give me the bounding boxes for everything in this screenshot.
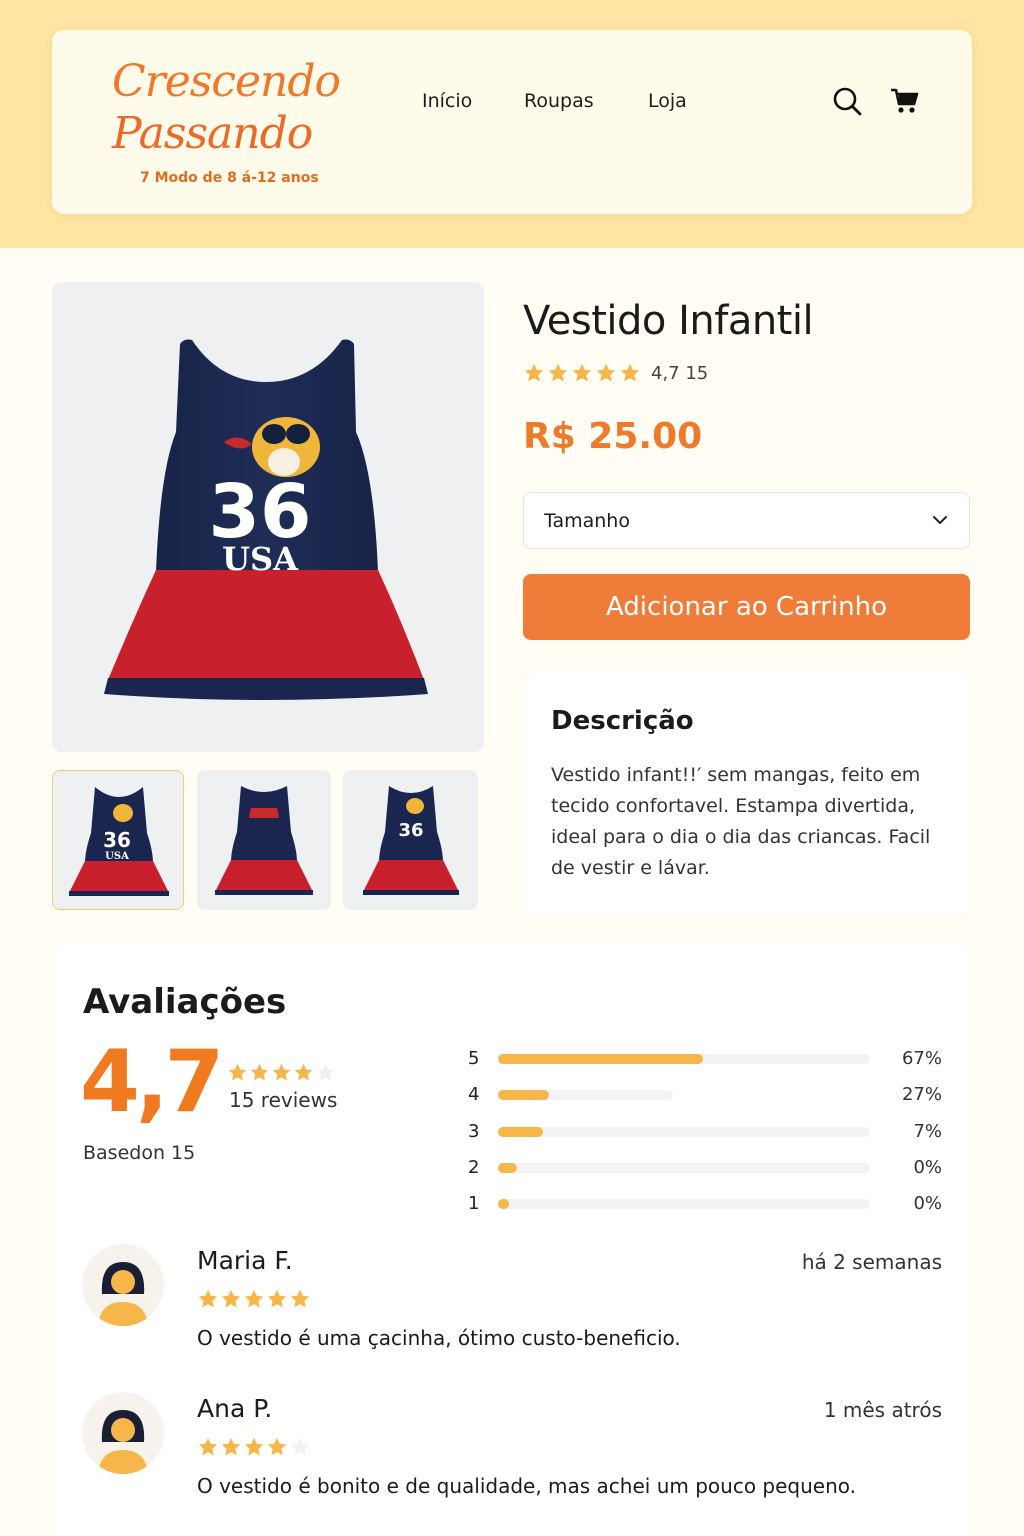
rating-bar-label: 1 — [468, 1193, 480, 1214]
rating-bar-label: 3 — [468, 1121, 480, 1142]
nav-home-link[interactable]: Início — [422, 90, 472, 112]
site-header: Crescendo Passando 7 Modo de 8 á-12 anos… — [52, 30, 972, 214]
thumb-number: 36 — [103, 828, 131, 852]
product-rating-text: 4,7 15 — [651, 363, 709, 384]
rating-bar-4: 4 27% — [462, 1084, 942, 1108]
star-icon — [290, 1289, 310, 1308]
star-icon — [572, 363, 592, 382]
star-icon — [272, 1063, 291, 1081]
star-icon — [548, 363, 568, 382]
product-price: R$ 25.00 — [523, 416, 703, 457]
rating-bar-label: 5 — [468, 1048, 480, 1069]
star-icon — [198, 1437, 218, 1456]
summary-stars — [227, 1062, 336, 1083]
thumbnail-front[interactable]: 36 USA — [52, 770, 184, 910]
thumbnail-back[interactable] — [197, 770, 331, 910]
thumb-word: USA — [105, 851, 129, 862]
star-icon — [250, 1063, 269, 1081]
star-empty-icon — [316, 1063, 335, 1081]
description-text: Vestido infant!!′ sem mangas, feito em t… — [551, 764, 931, 879]
review-date: 1 mês atrós — [823, 1398, 942, 1422]
star-icon — [620, 363, 640, 382]
star-icon — [267, 1437, 287, 1456]
thumb-dress-side: 36 — [363, 786, 459, 895]
star-icon — [244, 1289, 264, 1308]
thumbnail-side[interactable]: 36 — [343, 770, 478, 910]
rating-bar-percent: 27% — [901, 1084, 942, 1105]
rating-bar-5: 5 67% — [462, 1048, 942, 1072]
star-icon — [221, 1437, 241, 1456]
reviews-title: Avaliações — [83, 982, 287, 1022]
thumb-side-number: 36 — [398, 820, 423, 841]
size-select[interactable]: Tamanho — [523, 492, 970, 549]
user-avatar-icon — [98, 1262, 148, 1326]
review-item: Maria F. há 2 semanas O vestido é uma ça… — [82, 1244, 942, 1354]
star-icon — [221, 1289, 241, 1308]
review-item: Ana P. 1 mês atrós O vestido é bonito e … — [82, 1392, 942, 1502]
rating-bar-track — [498, 1199, 870, 1209]
nav-store-link[interactable]: Loja — [648, 90, 687, 112]
rating-bar-percent: 67% — [901, 1048, 942, 1069]
thumb-dress-back — [215, 786, 313, 895]
star-icon — [596, 363, 616, 382]
dress-illustration: 36 USA — [104, 339, 428, 700]
rating-bar-track — [498, 1090, 673, 1100]
logo-line-2: Passando — [112, 108, 313, 159]
star-icon — [198, 1289, 218, 1308]
review-text: O vestido é bonito e de qualidade, mas a… — [197, 1474, 857, 1498]
search-icon[interactable] — [832, 86, 862, 116]
thumb-dress-front: 36 USA — [69, 787, 169, 896]
product-title: Vestido Infantil — [523, 298, 814, 344]
brand-logo[interactable]: Crescendo Passando — [112, 56, 341, 160]
review-count: 15 reviews — [229, 1088, 338, 1112]
rating-bar-label: 4 — [468, 1084, 480, 1105]
star-icon — [294, 1063, 313, 1081]
star-icon — [228, 1063, 247, 1081]
dress-word: USA — [222, 540, 299, 578]
review-text: O vestido é uma çacinha, ótimo custo-ben… — [197, 1326, 681, 1350]
logo-line-1: Crescendo — [112, 56, 341, 107]
rating-bar-fill — [498, 1090, 549, 1100]
add-to-cart-button[interactable]: Adicionar ao Carrinho — [523, 574, 970, 640]
description-card: Descrição Vestido infant!!′ sem mangas, … — [523, 674, 970, 914]
rating-bar-3: 3 7% — [462, 1121, 942, 1145]
rating-bar-track — [498, 1054, 870, 1064]
product-rating-stars — [523, 362, 641, 384]
rating-bar-percent: 0% — [913, 1193, 942, 1214]
star-icon — [244, 1437, 264, 1456]
brand-tagline: 7 Modo de 8 á-12 anos — [140, 170, 319, 186]
average-score: 4,7 — [80, 1032, 224, 1132]
star-icon — [524, 363, 544, 382]
rating-bar-percent: 0% — [913, 1157, 942, 1178]
review-stars — [197, 1436, 311, 1458]
star-empty-icon — [290, 1437, 310, 1456]
rating-bar-fill — [498, 1199, 510, 1209]
rating-bar-track — [498, 1127, 870, 1137]
size-select-label: Tamanho — [544, 510, 630, 532]
reviews-section: Avaliações 4,7 15 reviews Basedon 15 5 6… — [52, 946, 972, 1536]
reviewer-name: Maria F. — [197, 1246, 293, 1275]
rating-bar-fill — [498, 1163, 517, 1173]
star-icon — [267, 1289, 287, 1308]
rating-bar-track — [498, 1163, 870, 1173]
review-stars — [197, 1288, 311, 1310]
rating-bar-1: 1 0% — [462, 1193, 942, 1217]
user-avatar-icon — [98, 1410, 148, 1474]
review-date: há 2 semanas — [801, 1250, 942, 1274]
avatar — [82, 1244, 164, 1326]
based-on-text: Basedon 15 — [83, 1142, 196, 1164]
rating-bar-2: 2 0% — [462, 1157, 942, 1181]
reviewer-name: Ana P. — [197, 1394, 273, 1423]
rating-bar-label: 2 — [468, 1157, 480, 1178]
rating-bar-fill — [498, 1127, 543, 1137]
nav-clothes-link[interactable]: Roupas — [524, 90, 594, 112]
rating-bar-fill — [498, 1054, 703, 1064]
chevron-down-icon — [933, 516, 947, 524]
avatar — [82, 1392, 164, 1474]
product-main-image[interactable]: 36 USA — [52, 282, 484, 752]
rating-bar-percent: 7% — [913, 1121, 942, 1142]
description-title: Descrição — [551, 706, 694, 736]
cart-icon[interactable] — [890, 86, 920, 116]
